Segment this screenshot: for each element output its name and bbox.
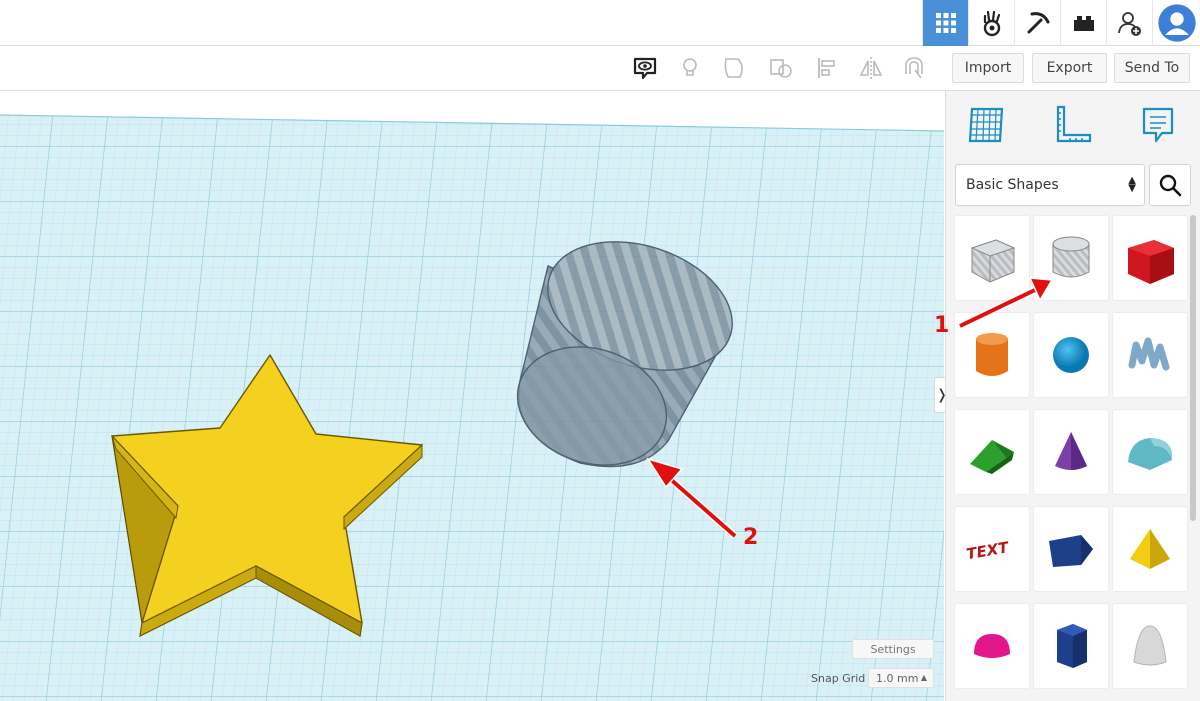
shape-tile-paraboloid[interactable] bbox=[1112, 603, 1188, 689]
group-button[interactable] bbox=[720, 53, 750, 83]
roof-icon bbox=[970, 440, 1014, 474]
workplane-toolbar: Import Export Send To bbox=[0, 47, 1200, 91]
notes-tool-button[interactable] bbox=[1134, 101, 1182, 149]
shape-tile-roof[interactable] bbox=[954, 409, 1030, 495]
polygon-prism-icon bbox=[1057, 624, 1087, 668]
brick-icon bbox=[1073, 16, 1094, 31]
align-button[interactable] bbox=[813, 53, 843, 83]
mirror-icon bbox=[859, 57, 883, 79]
note-icon bbox=[1142, 107, 1174, 143]
ungroup-button[interactable] bbox=[766, 53, 796, 83]
lightbulb-icon bbox=[683, 58, 697, 76]
send-to-button[interactable]: Send To bbox=[1114, 53, 1190, 83]
align-icon bbox=[818, 58, 835, 78]
pyramid-icon bbox=[1130, 529, 1170, 569]
search-icon bbox=[1159, 174, 1182, 197]
speech-eye-icon bbox=[633, 57, 657, 80]
workplane-grid-icon bbox=[968, 107, 1004, 143]
wedge-icon bbox=[1049, 535, 1093, 567]
shape-category-select[interactable]: Basic Shapes ▲ ▼ bbox=[955, 164, 1145, 206]
pickaxe-icon bbox=[1027, 12, 1049, 34]
workplane-tool-button[interactable] bbox=[962, 101, 1010, 149]
top-bar bbox=[0, 0, 1200, 46]
shape-panel-scrollbar[interactable] bbox=[1190, 215, 1196, 521]
export-button[interactable]: Export bbox=[1032, 53, 1107, 83]
cruise-button[interactable] bbox=[899, 53, 929, 83]
magnet-icon bbox=[905, 57, 923, 79]
snap-grid-select[interactable]: 1.0 mm ▲ bbox=[868, 668, 934, 688]
hand-icon bbox=[983, 10, 1000, 37]
paraboloid-icon bbox=[1133, 625, 1167, 666]
shape-tile-cone[interactable] bbox=[1033, 409, 1109, 495]
ungroup-icon bbox=[770, 59, 792, 78]
annotation-number-2: 2 bbox=[743, 525, 759, 550]
add-user-icon bbox=[1117, 12, 1141, 36]
lego-bricks-button[interactable] bbox=[1060, 0, 1106, 46]
annotation-number-1: 1 bbox=[934, 313, 950, 338]
half-sphere-icon bbox=[974, 634, 1010, 658]
shape-tile-box[interactable] bbox=[1112, 215, 1188, 301]
user-avatar-button[interactable] bbox=[1152, 0, 1200, 46]
tinkercad-editor: Import Export Send To 2 ❭ Settings Snap … bbox=[0, 0, 1200, 701]
invite-collaborator-button[interactable] bbox=[1106, 0, 1152, 46]
shapes-panel: Basic Shapes ▲ ▼ TEXT bbox=[945, 91, 1200, 701]
shape-search-button[interactable] bbox=[1149, 164, 1191, 206]
hint-button[interactable] bbox=[675, 53, 705, 83]
ruler-icon bbox=[1056, 105, 1092, 143]
select-arrows-icon: ▲ ▼ bbox=[1128, 175, 1136, 194]
mirror-button[interactable] bbox=[856, 53, 886, 83]
snap-grid-value: 1.0 mm bbox=[876, 671, 919, 685]
shape-tile-polygon[interactable] bbox=[1033, 603, 1109, 689]
text-shape-icon: TEXT bbox=[965, 538, 1012, 563]
shape-tile-half-sphere[interactable] bbox=[954, 603, 1030, 689]
snap-grid-label: Snap Grid bbox=[811, 672, 866, 685]
shape-category-value: Basic Shapes bbox=[966, 177, 1059, 193]
cone-icon bbox=[1055, 432, 1087, 470]
shape-tile-pyramid[interactable] bbox=[1112, 506, 1188, 592]
annotation-arrow-1 bbox=[958, 277, 1054, 330]
ruler-tool-button[interactable] bbox=[1048, 101, 1096, 149]
shape-tile-round-roof[interactable] bbox=[1112, 409, 1188, 495]
sim-lab-button[interactable] bbox=[968, 0, 1014, 46]
import-button[interactable]: Import bbox=[952, 53, 1024, 83]
scribble-icon bbox=[1128, 337, 1170, 371]
3d-design-view-button[interactable] bbox=[922, 0, 968, 46]
avatar-icon bbox=[1157, 4, 1196, 42]
shape-tile-wedge[interactable] bbox=[1033, 506, 1109, 592]
workplane-settings-button[interactable]: Settings bbox=[852, 639, 934, 659]
grid-view-icon bbox=[935, 13, 956, 33]
svg-text:TEXT: TEXT bbox=[965, 538, 1012, 563]
workplane-viewport[interactable]: 2 bbox=[0, 91, 944, 701]
box-icon bbox=[1128, 240, 1174, 284]
group-icon bbox=[724, 58, 743, 78]
round-roof-icon bbox=[1128, 438, 1172, 470]
minecraft-brick-button[interactable] bbox=[1014, 0, 1060, 46]
workplane-canvas[interactable] bbox=[0, 91, 944, 701]
caret-up-icon: ▲ bbox=[920, 673, 927, 682]
notes-toggle-button[interactable] bbox=[630, 53, 660, 83]
shape-tile-scribble[interactable] bbox=[1112, 312, 1188, 398]
shape-tile-text[interactable]: TEXT bbox=[954, 506, 1030, 592]
